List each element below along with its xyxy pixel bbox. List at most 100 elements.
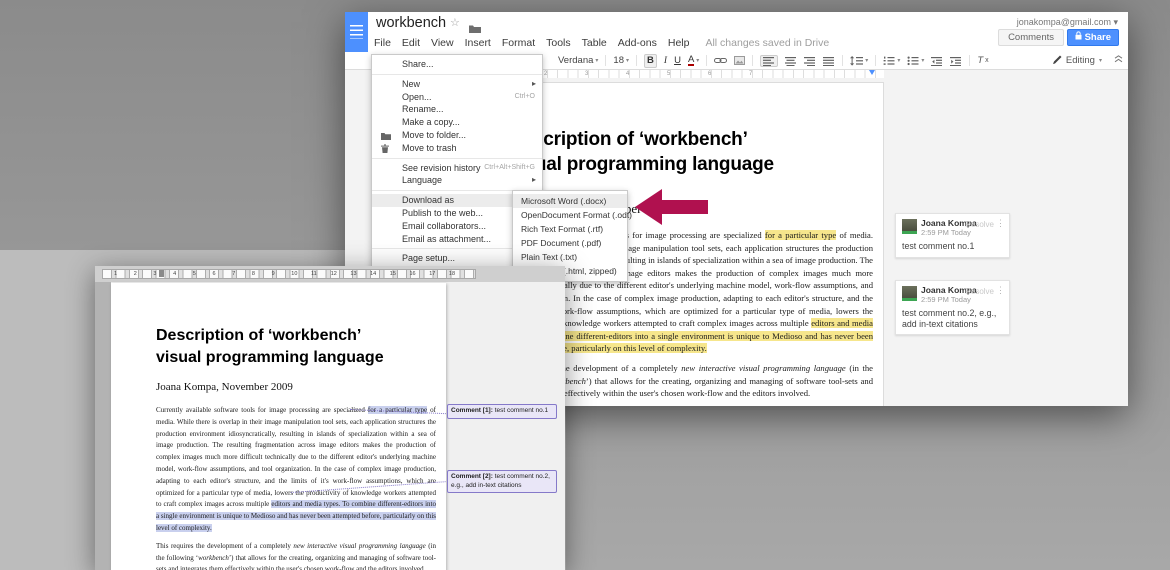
file-menu-item[interactable]: Language▸: [372, 174, 542, 187]
comment-card[interactable]: Joana Kompa2:59 PM TodayResolve⋮test com…: [895, 213, 1010, 258]
file-menu-item[interactable]: Share...: [372, 58, 542, 71]
preview-ruler-number: 2: [134, 270, 137, 279]
submenu-arrow-icon: ▸: [532, 78, 536, 91]
underline-button[interactable]: U: [674, 55, 681, 67]
comment-text: test comment no.1: [902, 241, 1003, 252]
comments-button[interactable]: Comments: [998, 29, 1064, 46]
comment-card[interactable]: Joana Kompa2:59 PM TodayResolve⋮test com…: [895, 280, 1010, 335]
menu-item-label: Share...: [402, 59, 434, 69]
comment-time: 2:59 PM Today: [921, 295, 977, 304]
file-menu-item[interactable]: Make a copy...: [372, 116, 542, 129]
comment-menu-icon[interactable]: ⋮: [996, 286, 1005, 295]
ruler-number: 7: [749, 70, 752, 78]
line-spacing-button[interactable]: ▾: [850, 55, 868, 67]
lock-icon: [1075, 30, 1082, 46]
document-title[interactable]: workbench: [376, 15, 446, 31]
italic-button[interactable]: I: [664, 55, 667, 67]
menubar-item-table[interactable]: Table: [582, 37, 607, 49]
preview-heading-line2: visual programming language: [156, 347, 436, 369]
menubar-item-edit[interactable]: Edit: [402, 37, 420, 49]
move-to-folder-icon[interactable]: [469, 20, 481, 38]
avatar: [902, 286, 917, 301]
menubar-item-insert[interactable]: Insert: [465, 37, 491, 49]
download-submenu-item[interactable]: OpenDocument Format (.odt): [513, 208, 627, 222]
insert-image-button[interactable]: [734, 56, 745, 65]
resolve-button[interactable]: Resolve: [965, 287, 994, 296]
menu-bar: File Edit View Insert Format Tools Table Add-on…: [374, 37, 829, 49]
menubar-item-help[interactable]: Help: [668, 37, 690, 49]
indent-button[interactable]: [950, 56, 962, 66]
outdent-button[interactable]: [931, 56, 943, 66]
docs-home-icon[interactable]: [345, 12, 368, 52]
trash-icon: [381, 144, 389, 157]
preview-ruler-number: 17: [429, 270, 435, 279]
preview-page[interactable]: Description of ‘workbench’ visual progra…: [111, 283, 446, 570]
preview-ruler-number: 15: [390, 270, 396, 279]
ruler-number: 4: [626, 70, 629, 78]
align-center-button[interactable]: [785, 56, 797, 66]
ruler-number: 5: [667, 70, 670, 78]
menubar-item-addons[interactable]: Add-ons: [618, 37, 657, 49]
insert-link-button[interactable]: [714, 57, 727, 64]
comment-text: test comment no.2, e.g., add in-text cit…: [902, 308, 1003, 329]
file-menu-item[interactable]: See revision historyCtrl+Alt+Shift+G: [372, 162, 542, 175]
file-menu-item[interactable]: Move to trash: [372, 142, 542, 155]
menu-shortcut: Ctrl+Alt+Shift+G: [484, 162, 535, 175]
preview-body-text: Currently available software tools for i…: [156, 405, 436, 570]
font-size-select[interactable]: 18▾: [613, 55, 629, 67]
menubar-item-file[interactable]: File: [374, 37, 391, 49]
resolve-button[interactable]: Resolve: [965, 220, 994, 229]
preview-left-margin: [95, 282, 111, 570]
collapse-toolbar-button[interactable]: [1114, 55, 1123, 66]
preview-ruler-number: 12: [331, 270, 337, 279]
menu-item-label: Move to folder...: [402, 130, 466, 140]
chevron-down-icon: ▾: [595, 55, 598, 67]
file-menu-item[interactable]: Open...Ctrl+O: [372, 91, 542, 104]
share-button[interactable]: Share: [1067, 29, 1119, 46]
avatar: [902, 219, 917, 234]
menubar-item-view[interactable]: View: [431, 37, 454, 49]
align-right-button[interactable]: [804, 56, 816, 66]
file-menu-item[interactable]: Rename...: [372, 103, 542, 116]
download-submenu-item[interactable]: Rich Text Format (.rtf): [513, 222, 627, 236]
preview-ruler-indent-marker[interactable]: [159, 270, 164, 277]
bulleted-list-button[interactable]: ▾: [907, 55, 924, 67]
preview-ruler-number: 5: [193, 270, 196, 279]
menubar-item-tools[interactable]: Tools: [546, 37, 571, 49]
desktop: { "icons": { "star": "☆", "caret_down": …: [0, 0, 1170, 570]
download-submenu-item[interactable]: PDF Document (.pdf): [513, 236, 627, 250]
text-color-button[interactable]: A▾: [688, 55, 699, 67]
comment-menu-icon[interactable]: ⋮: [996, 219, 1005, 228]
align-left-button[interactable]: [760, 55, 778, 67]
star-icon[interactable]: ☆: [450, 18, 460, 29]
menu-item-label: Email collaborators...: [402, 221, 486, 231]
align-justify-button[interactable]: [823, 56, 835, 66]
bold-button[interactable]: B: [644, 54, 657, 68]
menubar-item-format[interactable]: Format: [502, 37, 535, 49]
numbered-list-button[interactable]: ▾: [883, 55, 900, 67]
clear-formatting-button[interactable]: Tx: [977, 55, 988, 67]
account-email[interactable]: jonakompa@gmail.com ▾: [1017, 17, 1118, 28]
paragraph: This requires the development of a compl…: [156, 541, 436, 570]
menu-shortcut: Ctrl+O: [515, 91, 535, 104]
submenu-arrow-icon: ▸: [532, 174, 536, 187]
file-menu-item[interactable]: New ▸: [372, 78, 542, 91]
toolbar-separator: [706, 55, 707, 66]
toolbar-separator: [752, 55, 753, 66]
ruler-number: 6: [708, 70, 711, 78]
chevron-down-icon: ▾: [1099, 57, 1102, 64]
menu-item-label: Move to trash: [402, 143, 457, 153]
word-preview-window: 123456789101112131415161718 Description …: [95, 266, 565, 570]
chevron-down-icon: ▾: [696, 55, 699, 67]
preview-page-area: Description of ‘workbench’ visual progra…: [95, 282, 565, 570]
file-menu-item[interactable]: Move to folder...: [372, 129, 542, 142]
preview-heading-line1: Description of ‘workbench’: [156, 325, 436, 347]
download-submenu-item[interactable]: Microsoft Word (.docx): [513, 194, 627, 208]
toolbar-separator: [875, 55, 876, 66]
font-family-select[interactable]: Verdana▾: [558, 55, 598, 67]
preview-ruler-number: 7: [232, 270, 235, 279]
download-submenu-item[interactable]: Plain Text (.txt): [513, 250, 627, 264]
menu-item-label: New: [402, 79, 420, 89]
editing-mode-button[interactable]: Editing: [1066, 55, 1095, 66]
ruler-margin-marker-right[interactable]: [869, 70, 875, 75]
